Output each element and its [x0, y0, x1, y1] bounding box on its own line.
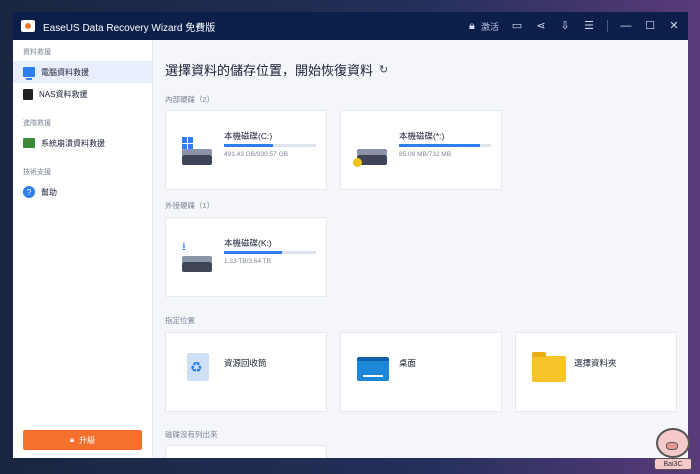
app-logo-icon [21, 20, 35, 32]
external-drives-label: 外接硬碟（1） [165, 201, 215, 210]
sidebar-section-label: 資料救援 [23, 49, 51, 56]
drive-name: 本機磁碟(C:) [224, 131, 273, 141]
app-title: EaseUS Data Recovery Wizard 免費版 [43, 22, 216, 34]
location-name: 選擇資料夾 [574, 358, 617, 368]
windows-drive-icon [182, 137, 212, 165]
export-icon[interactable]: ⇩ [559, 20, 571, 32]
locked-drive-icon [353, 137, 387, 167]
drive-card-k[interactable]: ⭳ 本機磁碟(K:) 1.33 TB/3.64 TB [165, 217, 327, 297]
sidebar-item-label: 電腦資料救援 [41, 67, 89, 77]
close-icon[interactable]: ✕ [668, 20, 680, 32]
sidebar-section-label: 技術支援 [23, 169, 51, 176]
menu-icon[interactable]: ☰ [583, 20, 595, 32]
feedback-icon[interactable]: ▭ [511, 20, 523, 32]
location-card-recycle-bin[interactable]: 資源回收筒 [165, 332, 327, 412]
nas-icon [23, 88, 33, 100]
missing-drive-card[interactable] [165, 445, 327, 458]
location-name: 桌面 [399, 358, 417, 368]
page-title-text: 選擇資料的儲存位置，開始恢復資料 [165, 63, 374, 78]
minimize-icon[interactable]: — [620, 20, 632, 32]
page-title: 選擇資料的儲存位置，開始恢復資料 ↻ [165, 60, 388, 79]
computer-icon [23, 67, 35, 80]
sidebar-item-label: 幫助 [41, 187, 57, 197]
sidebar-item-crash-recovery[interactable]: 系統崩潰資料救援 [13, 132, 152, 154]
activate-label: 激活 [480, 21, 499, 32]
drive-usage-fill [224, 251, 282, 254]
lock-icon: 🔒︎ [69, 435, 75, 444]
drive-card-unknown[interactable]: 本機磁碟(*:) 85.09 MB/732 MB [340, 110, 502, 190]
drive-size: 85.09 MB/732 MB [399, 151, 452, 158]
recycle-bin-icon [182, 353, 214, 385]
folder-icon [532, 352, 566, 385]
sidebar-item-label: 系統崩潰資料救援 [41, 138, 105, 148]
crash-recovery-icon [23, 138, 35, 148]
drive-name: 本機磁碟(*:) [399, 131, 445, 141]
drive-usage-bar [224, 144, 316, 147]
title-bar: EaseUS Data Recovery Wizard 免費版 🔒︎ 激活 ▭ … [13, 12, 688, 40]
missing-drive-label: 磁碟沒有列出來 [165, 430, 218, 439]
location-card-desktop[interactable]: 桌面 [340, 332, 502, 412]
sidebar-item-label: NAS資料救援 [39, 89, 88, 99]
location-card-select-folder[interactable]: 選擇資料夾 [515, 332, 677, 412]
drive-size: 491.43 GB/930.57 GB [224, 151, 288, 158]
drive-name: 本機磁碟(K:) [224, 238, 272, 248]
drive-card-c[interactable]: 本機磁碟(C:) 491.43 GB/930.57 GB [165, 110, 327, 190]
location-name: 資源回收筒 [224, 358, 267, 368]
specified-location-label: 指定位置 [165, 316, 195, 325]
sidebar-item-nas-recovery[interactable]: NAS資料救援 [13, 83, 152, 105]
help-icon: ? [23, 186, 35, 198]
drive-size: 1.33 TB/3.64 TB [224, 258, 272, 265]
internal-drives-label: 內部硬碟（2） [165, 95, 215, 104]
usb-drive-icon: ⭳ [182, 242, 212, 272]
upgrade-label: 升級 [79, 435, 96, 445]
drive-usage-bar [399, 144, 491, 147]
sidebar-item-help[interactable]: ? 幫助 [13, 181, 152, 203]
drive-usage-bar [224, 251, 316, 254]
desktop-icon [357, 353, 389, 385]
sidebar-item-pc-recovery[interactable]: 電腦資料救援 [13, 61, 152, 83]
main-panel: 選擇資料的儲存位置，開始恢復資料 ↻ 內部硬碟（2） 本機磁碟(C:) 491.… [153, 40, 688, 458]
watermark-label: Bai3C [654, 458, 692, 470]
sidebar: 資料救援 電腦資料救援 NAS資料救援 進階救援 系統崩潰資料救援 技術支援 ?… [13, 40, 153, 458]
refresh-icon[interactable]: ↻ [379, 63, 388, 76]
titlebar-divider [607, 20, 608, 32]
upgrade-button[interactable]: 🔒︎ 升級 [23, 430, 142, 450]
activate-button[interactable]: 🔒︎ 激活 [466, 20, 499, 33]
sidebar-section-label: 進階救援 [23, 120, 51, 127]
lock-icon: 🔒︎ [469, 19, 475, 32]
maximize-icon[interactable]: ☐ [644, 20, 656, 32]
app-window: EaseUS Data Recovery Wizard 免費版 🔒︎ 激活 ▭ … [13, 12, 688, 458]
share-icon[interactable]: ⋖ [535, 20, 547, 32]
drive-usage-fill [399, 144, 480, 147]
drive-usage-fill [224, 144, 273, 147]
watermark-mascot: Bai3C [650, 424, 694, 470]
